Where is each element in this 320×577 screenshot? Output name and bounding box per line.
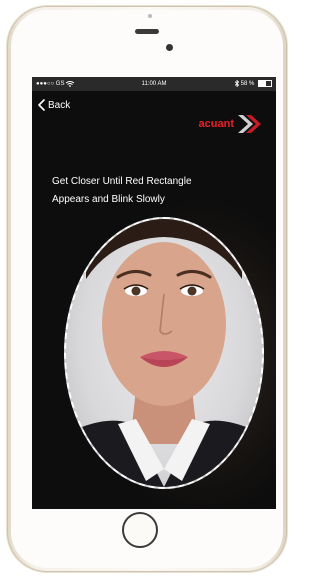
proximity-sensor bbox=[148, 14, 152, 18]
earpiece-speaker bbox=[135, 29, 159, 34]
battery-fill bbox=[259, 80, 266, 86]
battery-icon bbox=[258, 79, 272, 87]
instruction-line-2: Appears and Blink Slowly bbox=[52, 194, 165, 205]
front-camera bbox=[166, 44, 173, 51]
back-label: Back bbox=[48, 99, 71, 111]
battery-percent: 58 % bbox=[240, 81, 255, 87]
home-button[interactable] bbox=[122, 512, 158, 548]
back-button[interactable]: Back bbox=[38, 99, 70, 111]
acuant-logo: acuant bbox=[199, 113, 262, 135]
instruction-line-1: Get Closer Until Red Rectangle bbox=[52, 176, 192, 187]
face-image bbox=[66, 219, 262, 487]
phone-screen: ●●●○○ GS 11:00 AM 58 % Back acuant Get C… bbox=[32, 77, 276, 509]
bluetooth-icon bbox=[234, 79, 240, 88]
chevron-left-icon bbox=[38, 99, 45, 111]
status-right-group: 58 % bbox=[234, 77, 272, 91]
face-guide-oval bbox=[64, 217, 264, 489]
instruction-text: Get Closer Until Red Rectangle Appears a… bbox=[52, 173, 262, 209]
acuant-logo-icon bbox=[238, 115, 261, 133]
logo-wordmark: acuant bbox=[198, 118, 234, 130]
status-bar: ●●●○○ GS 11:00 AM 58 % bbox=[32, 77, 276, 91]
